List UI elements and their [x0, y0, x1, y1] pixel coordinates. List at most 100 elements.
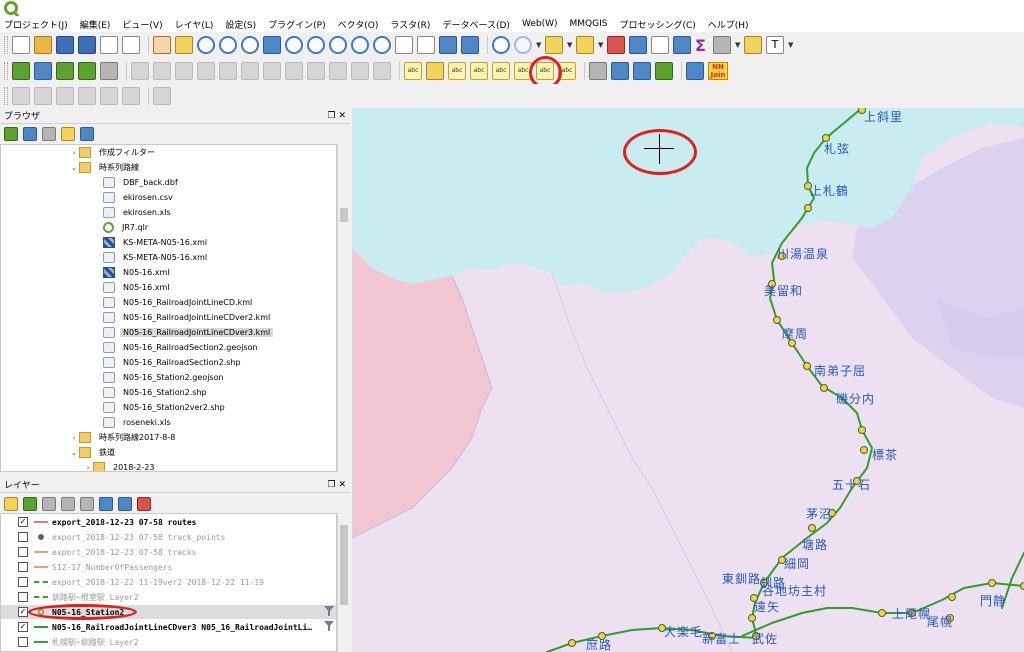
- browser-item[interactable]: ⌄ 鉄道: [1, 445, 336, 460]
- layer-visibility-checkbox[interactable]: [18, 592, 28, 602]
- chevron-right-icon[interactable]: ›: [69, 434, 79, 442]
- browser-item[interactable]: ekirosen.xls: [1, 205, 336, 220]
- layer-diagram-icon[interactable]: [426, 62, 444, 80]
- menu-settings[interactable]: 設定(S): [225, 18, 256, 31]
- station-point[interactable]: [748, 614, 756, 622]
- layer-visibility-checkbox[interactable]: [18, 562, 28, 572]
- layer-visibility-checkbox[interactable]: [18, 577, 28, 587]
- attribute-table-icon[interactable]: [629, 36, 647, 54]
- run-action-icon[interactable]: [514, 36, 532, 54]
- cut-features-icon[interactable]: [285, 62, 303, 80]
- menu-raster[interactable]: ラスタ(R): [390, 18, 430, 31]
- layer-visibility-checkbox[interactable]: [18, 637, 28, 647]
- new-print-layout-icon[interactable]: [100, 36, 118, 54]
- copy-features-icon[interactable]: [307, 62, 325, 80]
- layer-row[interactable]: 釧路駅~根室駅 Layer2: [1, 590, 336, 604]
- snapping-icon[interactable]: [153, 87, 171, 105]
- station-point[interactable]: [860, 446, 868, 454]
- layer-labeling-icon[interactable]: abc: [404, 62, 422, 80]
- station-point[interactable]: [858, 426, 866, 434]
- layer-filter-icon[interactable]: [324, 621, 334, 632]
- chevron-down-icon[interactable]: ⌄: [69, 449, 79, 457]
- layer-visibility-checkbox[interactable]: [18, 532, 28, 542]
- zoom-full-icon[interactable]: [263, 36, 281, 54]
- expand-all-icon[interactable]: [99, 497, 113, 511]
- layer-filter-icon[interactable]: [324, 606, 334, 617]
- layers-scrollbar[interactable]: [337, 513, 349, 652]
- station-point[interactable]: [948, 593, 956, 601]
- collapse-all-icon[interactable]: [61, 127, 75, 141]
- pan-map-icon[interactable]: [153, 36, 171, 54]
- pan-to-selection-icon[interactable]: [175, 36, 193, 54]
- menu-web[interactable]: Web(W): [522, 19, 558, 29]
- layer-row[interactable]: export_2018-12-23 07-58 tracks: [1, 545, 336, 559]
- data-source-manager-icon[interactable]: [12, 62, 30, 80]
- station-point[interactable]: [988, 579, 996, 587]
- zoom-to-layer-icon[interactable]: [307, 36, 325, 54]
- save-edits-icon[interactable]: [175, 62, 193, 80]
- browser-item[interactable]: roseneki.xls: [1, 415, 336, 430]
- menu-mmqgis[interactable]: MMQGIS: [570, 19, 608, 29]
- filter-browser-icon[interactable]: [42, 127, 56, 141]
- undo-icon[interactable]: [351, 62, 369, 80]
- toolbar-handle[interactable]: [4, 62, 8, 80]
- manage-themes-icon[interactable]: [42, 497, 56, 511]
- browser-item[interactable]: › 時系列路線2017-8-8: [1, 430, 336, 445]
- map-canvas[interactable]: 上斜里 札弦 上札鶴 川湯温泉 美留和 摩周 南弟子屈 磯分内 標茶 五十石 茅沼 塘路 細岡 釧路 東釧路…: [352, 108, 1024, 652]
- browser-item[interactable]: N05-16_RailroadJointLineCD.kml: [1, 295, 336, 310]
- zoom-out-icon[interactable]: [219, 36, 237, 54]
- field-calculator-icon[interactable]: [651, 36, 669, 54]
- layer-row[interactable]: export_2018-12-22 11-19ver2 2018-12-22 1…: [1, 575, 336, 589]
- simplify-icon[interactable]: [100, 87, 118, 105]
- zoom-in-icon[interactable]: [197, 36, 215, 54]
- browser-item[interactable]: N05-16_RailroadSection2.shp: [1, 355, 336, 370]
- menu-plugins[interactable]: プラグイン(P): [268, 18, 325, 31]
- show-bookmarks-icon[interactable]: [439, 36, 457, 54]
- save-project-icon[interactable]: [56, 36, 74, 54]
- station-point[interactable]: [803, 362, 811, 370]
- refresh-icon[interactable]: [461, 36, 479, 54]
- station-point[interactable]: [1020, 582, 1024, 590]
- menu-edit[interactable]: 編集(E): [80, 18, 111, 31]
- layers-list[interactable]: ✓ export_2018-12-23 07-58 routes export_20…: [0, 513, 337, 652]
- open-project-icon[interactable]: [34, 36, 52, 54]
- chevron-down-icon[interactable]: ▼: [735, 41, 741, 49]
- show-hide-labels-icon[interactable]: abc: [492, 62, 510, 80]
- reverse-line-icon[interactable]: [122, 87, 140, 105]
- add-feature-icon[interactable]: [197, 62, 215, 80]
- layout-manager-icon[interactable]: [122, 36, 140, 54]
- browser-item[interactable]: KS-META-N05-16.xml: [1, 250, 336, 265]
- reshape-icon[interactable]: [56, 87, 74, 105]
- add-group-icon[interactable]: [23, 497, 37, 511]
- browser-item[interactable]: N05-16_RailroadJointLineCDver2.kml: [1, 310, 336, 325]
- browser-scrollbar[interactable]: [337, 144, 349, 472]
- menu-vector[interactable]: ベクタ(O): [338, 18, 379, 31]
- browser-item[interactable]: › 作成フィルター: [1, 145, 336, 160]
- layer-visibility-checkbox[interactable]: ✓: [18, 607, 28, 617]
- chevron-down-icon[interactable]: ▼: [788, 41, 794, 49]
- save-as-icon[interactable]: [78, 36, 96, 54]
- browser-item[interactable]: JR7.qlr: [1, 220, 336, 235]
- python-console-icon[interactable]: [611, 62, 629, 80]
- browser-item[interactable]: ekirosen.csv: [1, 190, 336, 205]
- qgis2web-icon[interactable]: [589, 62, 607, 80]
- menu-database[interactable]: データベース(D): [442, 18, 510, 31]
- modify-attributes-icon[interactable]: [241, 62, 259, 80]
- refresh-plugin-icon[interactable]: [655, 62, 673, 80]
- layer-row[interactable]: 札幌駅~釧路駅 Layer2: [1, 635, 336, 649]
- layer-visibility-checkbox[interactable]: [18, 547, 28, 557]
- filter-by-expression-icon[interactable]: [80, 497, 94, 511]
- panel-float-close-icon[interactable]: ❐ ✕: [320, 111, 350, 121]
- toggle-editing-icon[interactable]: [131, 62, 149, 80]
- station-point[interactable]: [878, 609, 886, 617]
- text-annotation-icon[interactable]: T: [766, 36, 784, 54]
- menu-processing[interactable]: プロセッシング(C): [619, 18, 695, 31]
- collapse-all-layers-icon[interactable]: [118, 497, 132, 511]
- layer-styling-icon[interactable]: [4, 497, 18, 511]
- browser-item[interactable]: N05-16.xml: [1, 280, 336, 295]
- new-map-view-icon[interactable]: [395, 36, 413, 54]
- help-icon[interactable]: [686, 62, 704, 80]
- new-bookmark-icon[interactable]: [417, 36, 435, 54]
- identify-icon[interactable]: [492, 36, 510, 54]
- filter-legend-icon[interactable]: [61, 497, 75, 511]
